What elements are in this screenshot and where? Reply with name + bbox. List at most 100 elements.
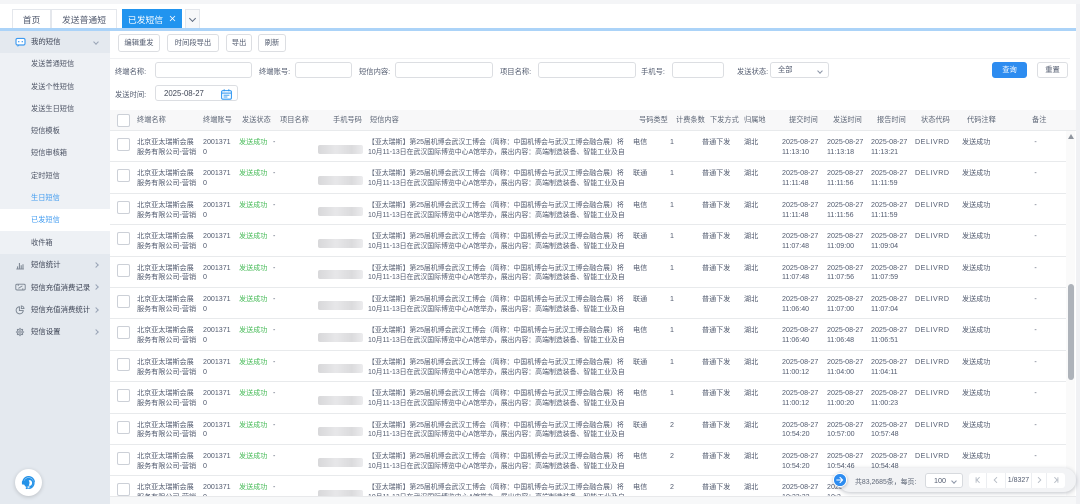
column-header: 短信内容 bbox=[368, 110, 628, 130]
table-row[interactable]: 北京亚太瑞斯会展服务有限公司-营销20013710发送成功-【亚太瑞斯】第25届… bbox=[110, 225, 1067, 256]
select-all-checkbox[interactable] bbox=[110, 110, 137, 130]
help-fab-button[interactable] bbox=[15, 469, 42, 496]
scrollbar-thumb[interactable] bbox=[1068, 284, 1074, 380]
next-page-button[interactable] bbox=[1032, 473, 1047, 488]
row-checkbox[interactable] bbox=[110, 382, 137, 412]
search-button[interactable]: 查询 bbox=[992, 62, 1027, 78]
table-row[interactable]: 北京亚太瑞斯会展服务有限公司-营销20013710发送成功-【亚太瑞斯】第25届… bbox=[110, 131, 1067, 162]
cell-submit-time: 2025-08-2711:07:48 bbox=[775, 225, 825, 255]
sidebar-item-label: 短信模板 bbox=[31, 126, 60, 136]
cell-project: - bbox=[280, 288, 316, 318]
row-checkbox[interactable] bbox=[110, 288, 137, 318]
project-name-input[interactable] bbox=[538, 62, 636, 78]
tab-home[interactable]: 首页 bbox=[12, 9, 51, 28]
cell-terminal-name: 北京亚太瑞斯会展服务有限公司-营销 bbox=[137, 414, 203, 444]
cell-code-note: 发送成功 bbox=[957, 257, 1002, 287]
cell-phone-masked bbox=[316, 414, 368, 444]
toolbar-divider bbox=[110, 58, 1070, 59]
table-row[interactable]: 北京亚太瑞斯会展服务有限公司-营销20013710发送成功-【亚太瑞斯】第25届… bbox=[110, 382, 1067, 413]
sidebar-item-label: 发送个性短信 bbox=[31, 82, 74, 92]
sidebar-group-短信统计[interactable]: 短信统计 bbox=[0, 254, 110, 276]
sidebar-item-收件箱[interactable]: 收件箱 bbox=[0, 231, 110, 253]
table-row[interactable]: 北京亚太瑞斯会展服务有限公司-营销20013710发送成功-【亚太瑞斯】第25届… bbox=[110, 319, 1067, 350]
page-indicator[interactable]: 1/8327 bbox=[1006, 473, 1032, 488]
terminal-account-input[interactable] bbox=[295, 62, 352, 78]
table-vertical-scrollbar[interactable] bbox=[1066, 131, 1075, 504]
row-checkbox[interactable] bbox=[110, 257, 137, 287]
pagination-bar: 共83,2685条，每页: 100 1/8327 bbox=[838, 468, 1076, 493]
first-page-button[interactable] bbox=[969, 473, 987, 488]
sidebar-group-my-sms[interactable]: 我的短信 bbox=[0, 31, 110, 54]
cell-sms-content: 【亚太瑞斯】第25届机博会武汉工博会（简称：中国机博会与武汉工博会融合展）将10… bbox=[368, 414, 628, 444]
cell-remark: - bbox=[1002, 194, 1059, 224]
sidebar-group-短信充值消费记录[interactable]: 短信充值消费记录 bbox=[0, 276, 110, 298]
export-button[interactable]: 导出 bbox=[226, 34, 252, 52]
sidebar-item-已发短信[interactable]: 已发短信 bbox=[0, 209, 110, 231]
cell-report-time: 2025-08-2711:07:04 bbox=[870, 288, 915, 318]
table-row[interactable]: 北京亚太瑞斯会展服务有限公司-营销20013710发送成功-【亚太瑞斯】第25届… bbox=[110, 162, 1067, 193]
sidebar-group-短信设置[interactable]: 短信设置 bbox=[0, 321, 110, 343]
send-time-date-input[interactable]: 2025-08-27 bbox=[155, 85, 238, 101]
cell-report-time: 2025-08-2711:13:21 bbox=[870, 131, 915, 161]
masked-phone-bar bbox=[318, 364, 363, 373]
cell-phone-masked bbox=[316, 257, 368, 287]
button-label: 刷新 bbox=[265, 38, 280, 48]
tab-sent-sms[interactable]: 已发短信 bbox=[122, 9, 182, 28]
sidebar-item-发送普通短信[interactable]: 发送普通短信 bbox=[0, 53, 110, 75]
row-checkbox[interactable] bbox=[110, 194, 137, 224]
row-checkbox[interactable] bbox=[110, 414, 137, 444]
cell-region: 湖北 bbox=[740, 194, 775, 224]
terminal-name-input[interactable] bbox=[155, 62, 252, 78]
close-tab-icon[interactable] bbox=[169, 15, 176, 22]
cell-terminal-name: 北京亚太瑞斯会展服务有限公司-营销 bbox=[137, 131, 203, 161]
pager: 1/8327 bbox=[969, 473, 1065, 488]
row-checkbox[interactable] bbox=[110, 131, 137, 161]
first-page-icon bbox=[974, 476, 982, 484]
row-checkbox[interactable] bbox=[110, 445, 137, 475]
page-scrollbar[interactable] bbox=[1076, 4, 1080, 504]
scroll-up-arrow-icon[interactable] bbox=[1068, 134, 1074, 139]
app: 首页 发送普通短 已发短信 我的短信 发送普通短信发送个性短信发送生日短信短信模… bbox=[0, 0, 1080, 504]
cell-carrier: 联通 bbox=[628, 225, 668, 255]
masked-phone-bar bbox=[318, 239, 363, 248]
clock-icon bbox=[15, 305, 25, 315]
cell-send-mode: 普通下发 bbox=[700, 257, 740, 287]
sidebar-item-发送生日短信[interactable]: 发送生日短信 bbox=[0, 98, 110, 120]
sidebar-item-生日短信[interactable]: 生日短信 bbox=[0, 187, 110, 209]
tab-send-normal-sms[interactable]: 发送普通短 bbox=[51, 9, 117, 28]
sms-content-input[interactable] bbox=[395, 62, 493, 78]
cell-send-mode: 普通下发 bbox=[700, 382, 740, 412]
sidebar-item-短信审核箱[interactable]: 短信审核箱 bbox=[0, 142, 110, 164]
last-page-button[interactable] bbox=[1047, 473, 1064, 488]
cell-bill-count: 1 bbox=[668, 162, 700, 192]
row-checkbox[interactable] bbox=[110, 162, 137, 192]
table-row[interactable]: 北京亚太瑞斯会展服务有限公司-营销20013710发送成功-【亚太瑞斯】第25届… bbox=[110, 288, 1067, 319]
cell-report-time: 2025-08-2711:06:51 bbox=[870, 319, 915, 349]
table-row[interactable]: 北京亚太瑞斯会展服务有限公司-营销20013710发送成功-【亚太瑞斯】第25届… bbox=[110, 194, 1067, 225]
pagination-collapse-button[interactable] bbox=[833, 473, 847, 487]
table-row[interactable]: 北京亚太瑞斯会展服务有限公司-营销20013710发送成功-【亚太瑞斯】第25届… bbox=[110, 351, 1067, 382]
time-range-export-button[interactable]: 时间段导出 bbox=[167, 34, 219, 52]
cell-terminal-name: 北京亚太瑞斯会展服务有限公司-营销 bbox=[137, 319, 203, 349]
sidebar-item-label: 生日短信 bbox=[31, 193, 60, 203]
sidebar-item-短信模板[interactable]: 短信模板 bbox=[0, 120, 110, 142]
phone-input[interactable] bbox=[672, 62, 724, 78]
refresh-button[interactable]: 刷新 bbox=[258, 34, 286, 52]
table-horizontal-scrollbar[interactable] bbox=[110, 496, 1076, 504]
table-row[interactable]: 北京亚太瑞斯会展服务有限公司-营销20013710发送成功-【亚太瑞斯】第25届… bbox=[110, 414, 1067, 445]
reset-button[interactable]: 重置 bbox=[1037, 62, 1068, 78]
cell-send-mode: 普通下发 bbox=[700, 225, 740, 255]
prev-page-button[interactable] bbox=[987, 473, 1006, 488]
row-checkbox[interactable] bbox=[110, 319, 137, 349]
cell-status-code: DELIVRD bbox=[915, 382, 957, 412]
row-checkbox[interactable] bbox=[110, 351, 137, 381]
row-checkbox[interactable] bbox=[110, 225, 137, 255]
tab-list-dropdown-button[interactable] bbox=[185, 9, 200, 28]
sidebar-group-短信充值消费统计[interactable]: 短信充值消费统计 bbox=[0, 298, 110, 320]
sidebar-item-定时短信[interactable]: 定时短信 bbox=[0, 165, 110, 187]
table-row[interactable]: 北京亚太瑞斯会展服务有限公司-营销20013710发送成功-【亚太瑞斯】第25届… bbox=[110, 257, 1067, 288]
page-size-select[interactable]: 100 bbox=[925, 473, 963, 488]
sidebar-item-发送个性短信[interactable]: 发送个性短信 bbox=[0, 75, 110, 97]
edit-resend-button[interactable]: 编辑重发 bbox=[118, 34, 160, 52]
send-status-select[interactable]: 全部 bbox=[770, 62, 829, 78]
